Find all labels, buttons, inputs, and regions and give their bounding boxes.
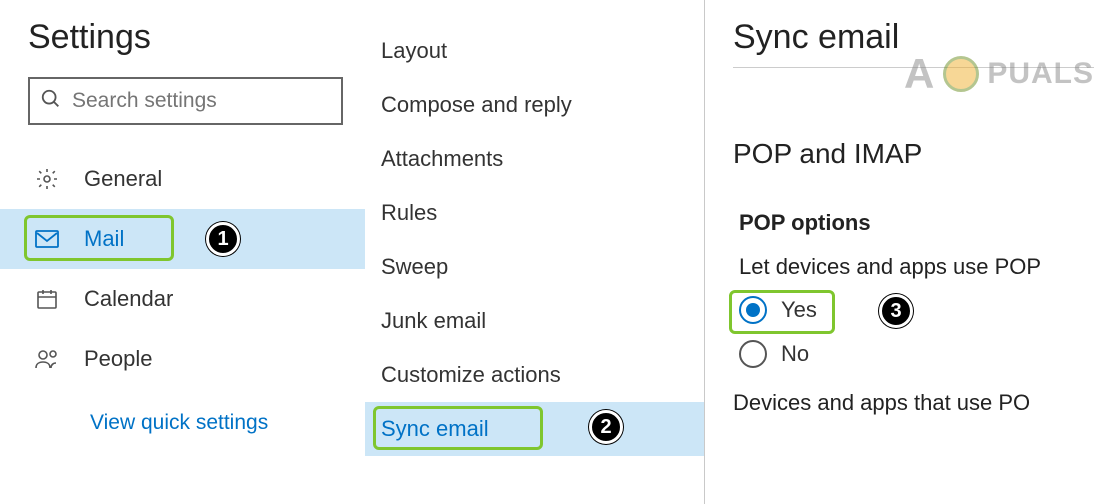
sidebar-item-calendar[interactable]: Calendar [0, 269, 365, 329]
sidebar-label-people: People [84, 346, 153, 372]
sidebar-item-mail[interactable]: Mail 1 [0, 209, 365, 269]
menu-sync-email[interactable]: Sync email 2 [365, 402, 704, 456]
menu-rules[interactable]: Rules [365, 186, 704, 240]
menu-layout[interactable]: Layout [365, 24, 704, 78]
sync-email-panel: Sync email POP and IMAP POP options Let … [705, 0, 1094, 504]
badge-2: 2 [589, 410, 623, 444]
section-pop-imap: POP and IMAP [733, 138, 1094, 170]
sidebar-item-general[interactable]: General [0, 149, 365, 209]
sidebar-label-general: General [84, 166, 162, 192]
view-quick-settings-link[interactable]: View quick settings [0, 411, 365, 435]
menu-sweep[interactable]: Sweep [365, 240, 704, 294]
subsection-pop-options: POP options [733, 210, 1094, 236]
menu-compose-reply[interactable]: Compose and reply [365, 78, 704, 132]
gear-icon [34, 167, 60, 191]
sidebar-label-calendar: Calendar [84, 286, 173, 312]
sidebar-label-mail: Mail [84, 226, 124, 252]
radio-no-circle [739, 340, 767, 368]
menu-sync-email-label: Sync email [381, 416, 489, 441]
settings-sidebar: Settings General Mail 1 Calendar People … [0, 0, 365, 504]
let-devices-label: Let devices and apps use POP [733, 254, 1094, 280]
devices-apps-text: Devices and apps that use PO [733, 390, 1094, 416]
badge-1: 1 [206, 222, 240, 256]
radio-yes-circle [739, 296, 767, 324]
mail-icon [34, 229, 60, 249]
badge-3: 3 [879, 294, 913, 328]
radio-no-label: No [781, 341, 809, 367]
watermark-mascot-icon [943, 56, 979, 92]
mail-submenu: Layout Compose and reply Attachments Rul… [365, 0, 705, 504]
menu-junk-email[interactable]: Junk email [365, 294, 704, 348]
people-icon [34, 348, 60, 370]
search-settings-box[interactable] [28, 77, 343, 125]
search-icon [40, 88, 62, 115]
watermark: A PUALS [904, 50, 1094, 98]
menu-attachments[interactable]: Attachments [365, 132, 704, 186]
search-settings-input[interactable] [72, 89, 343, 113]
menu-customize-actions[interactable]: Customize actions [365, 348, 704, 402]
calendar-icon [34, 287, 60, 311]
watermark-text: PUALS [987, 57, 1094, 91]
watermark-a: A [904, 50, 935, 98]
settings-title: Settings [0, 18, 365, 57]
radio-yes[interactable]: Yes 3 [733, 296, 1094, 324]
sidebar-item-people[interactable]: People [0, 329, 365, 389]
radio-yes-label: Yes [781, 297, 817, 323]
radio-no[interactable]: No [733, 340, 1094, 368]
